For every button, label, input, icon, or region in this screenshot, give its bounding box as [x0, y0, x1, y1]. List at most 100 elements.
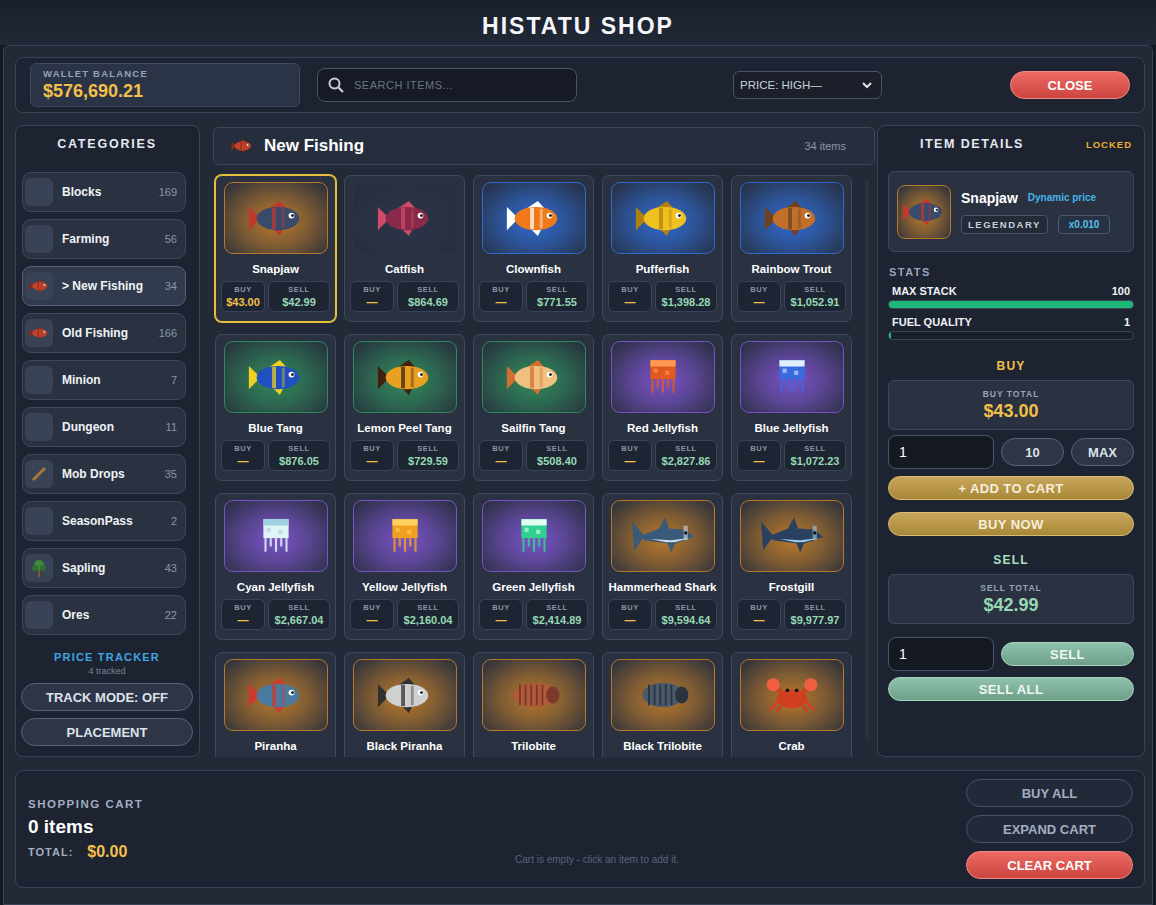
category-item[interactable]: Blocks169 — [22, 172, 186, 212]
item-card[interactable]: Piranha — [215, 652, 336, 757]
buy-value: — — [238, 455, 249, 467]
buy-label: BUY — [363, 285, 381, 294]
item-image — [353, 500, 457, 572]
item-card[interactable]: Blue JellyfishBUY—SELL$1,072.23 — [731, 334, 852, 481]
item-card[interactable]: Red JellyfishBUY—SELL$2,827.86 — [602, 334, 723, 481]
sell-header: SELL — [888, 553, 1134, 567]
item-card[interactable]: PufferfishBUY—SELL$1,398.28 — [602, 175, 723, 322]
item-card[interactable]: SnapjawBUY$43.00SELL$42.99 — [215, 175, 336, 322]
add-to-cart-button[interactable]: + ADD TO CART — [888, 476, 1134, 500]
fish-icon — [245, 358, 307, 397]
sort-label: PRICE: HIGH— — [740, 79, 822, 91]
stat-labels: MAX STACK100 — [888, 285, 1134, 297]
quantity-button[interactable]: MAX — [1071, 438, 1134, 466]
category-item[interactable]: SeasonPass2 — [22, 501, 186, 541]
item-card[interactable]: Lemon Peel TangBUY—SELL$729.59 — [344, 334, 465, 481]
category-item[interactable]: Minion7 — [22, 360, 186, 400]
grid-scroll: SnapjawBUY$43.00SELL$42.99CatfishBUY—SEL… — [213, 165, 875, 757]
category-label: Old Fishing — [62, 326, 150, 340]
buy-value: — — [754, 455, 765, 467]
sell-all-button[interactable]: SELL ALL — [888, 677, 1134, 701]
item-image — [482, 500, 586, 572]
item-card[interactable]: Sailfin TangBUY—SELL$508.40 — [473, 334, 594, 481]
categories-title: CATEGORIES — [22, 135, 192, 153]
item-card[interactable]: Rainbow Trout BUY—SELL$1,052.91 — [731, 175, 852, 322]
item-card[interactable]: Hammerhead Shark BUY—SELL$9,594.64 — [602, 493, 723, 640]
category-item[interactable]: Old Fishing166 — [22, 313, 186, 353]
sort-dropdown[interactable]: PRICE: HIGH— — [733, 71, 882, 99]
item-card[interactable]: Yellow JellyfishBUY—SELL$2,160.04 — [344, 493, 465, 640]
category-label: Farming — [62, 232, 156, 246]
category-item[interactable]: Mob Drops35 — [22, 454, 186, 494]
item-card[interactable]: Cyan JellyfishBUY—SELL$2,667.04 — [215, 493, 336, 640]
grid-header: New Fishing34 items — [213, 127, 875, 165]
item-prices: BUY—SELL$1,052.91 — [737, 281, 846, 312]
buy-price: BUY— — [608, 281, 652, 312]
search-box[interactable] — [317, 68, 577, 102]
item-card[interactable]: Crab — [731, 652, 852, 757]
buy-label: BUY — [750, 603, 768, 612]
track-mode-button[interactable]: TRACK MODE: OFF — [21, 683, 193, 711]
item-card[interactable]: ClownfishBUY—SELL$771.55 — [473, 175, 594, 322]
cart-button[interactable]: EXPAND CART — [966, 815, 1133, 843]
item-card[interactable]: FrostgillBUY—SELL$9,977.97 — [731, 493, 852, 640]
category-item[interactable]: Sapling43 — [22, 548, 186, 588]
category-item[interactable]: Ores22 — [22, 595, 186, 635]
buy-label: BUY — [621, 444, 639, 453]
category-item[interactable]: Dungeon11 — [22, 407, 186, 447]
item-image — [353, 659, 457, 731]
sell-price: SELL$1,052.91 — [784, 281, 846, 312]
category-label: SeasonPass — [62, 514, 162, 528]
cart-buttons: BUY ALL EXPAND CART CLEAR CART — [966, 771, 1133, 887]
item-name: Trilobite — [511, 740, 556, 752]
stat-label: FUEL QUALITY — [892, 316, 972, 328]
item-card[interactable]: Black Trilobite — [602, 652, 723, 757]
item-name: Lemon Peel Tang — [357, 422, 451, 434]
stat-value: 100 — [1112, 285, 1130, 297]
item-prices: BUY—SELL$9,594.64 — [608, 599, 717, 630]
search-input[interactable] — [352, 78, 566, 92]
cart-button[interactable]: BUY ALL — [966, 779, 1133, 807]
buy-label: BUY — [492, 285, 510, 294]
buy-quantity-input[interactable] — [888, 435, 994, 469]
fish-icon — [503, 199, 565, 238]
scrollbar[interactable] — [865, 179, 869, 739]
grid-title: New Fishing — [264, 136, 794, 156]
category-label: Mob Drops — [62, 467, 156, 481]
sell-quantity-input[interactable] — [888, 637, 994, 671]
wallet-balance: WALLET BALANCE$576,690.21 — [30, 63, 300, 107]
item-card[interactable]: Trilobite — [473, 652, 594, 757]
category-icon — [25, 272, 53, 300]
buy-header: BUY — [888, 359, 1134, 373]
category-icon — [25, 319, 53, 347]
item-name: Clownfish — [506, 263, 561, 275]
item-prices: BUY—SELL$2,667.04 — [221, 599, 330, 630]
shark-icon — [630, 515, 696, 557]
item-card[interactable]: Green JellyfishBUY—SELL$2,414.89 — [473, 493, 594, 640]
title-bar: HISTATU SHOP — [0, 0, 1156, 45]
buy-value: — — [496, 455, 507, 467]
item-image — [224, 341, 328, 413]
item-name: Rainbow Trout — [752, 263, 832, 275]
item-card[interactable]: Black Piranha — [344, 652, 465, 757]
quantity-button[interactable]: 10 — [1001, 438, 1064, 466]
category-count: 7 — [171, 374, 177, 386]
close-button[interactable]: CLOSE — [1010, 71, 1130, 99]
sell-button[interactable]: SELL — [1001, 642, 1134, 666]
buy-label: BUY — [750, 285, 768, 294]
buy-price: BUY— — [608, 599, 652, 630]
item-image — [740, 500, 844, 572]
item-name: Green Jellyfish — [492, 581, 574, 593]
item-name: Hammerhead Shark — [608, 581, 716, 593]
cart-button[interactable]: CLEAR CART — [966, 851, 1133, 879]
category-item[interactable]: > New Fishing34 — [22, 266, 186, 306]
item-card[interactable]: CatfishBUY—SELL$864.69 — [344, 175, 465, 322]
fish-icon — [374, 199, 436, 238]
sell-value: $2,827.86 — [662, 455, 711, 467]
item-card[interactable]: Blue TangBUY—SELL$876.05 — [215, 334, 336, 481]
category-count: 56 — [165, 233, 177, 245]
buy-now-button[interactable]: BUY NOW — [888, 512, 1134, 536]
placement-button[interactable]: PLACEMENT — [21, 718, 193, 746]
category-item[interactable]: Farming 56 — [22, 219, 186, 259]
item-prices: BUY—SELL$1,398.28 — [608, 281, 717, 312]
